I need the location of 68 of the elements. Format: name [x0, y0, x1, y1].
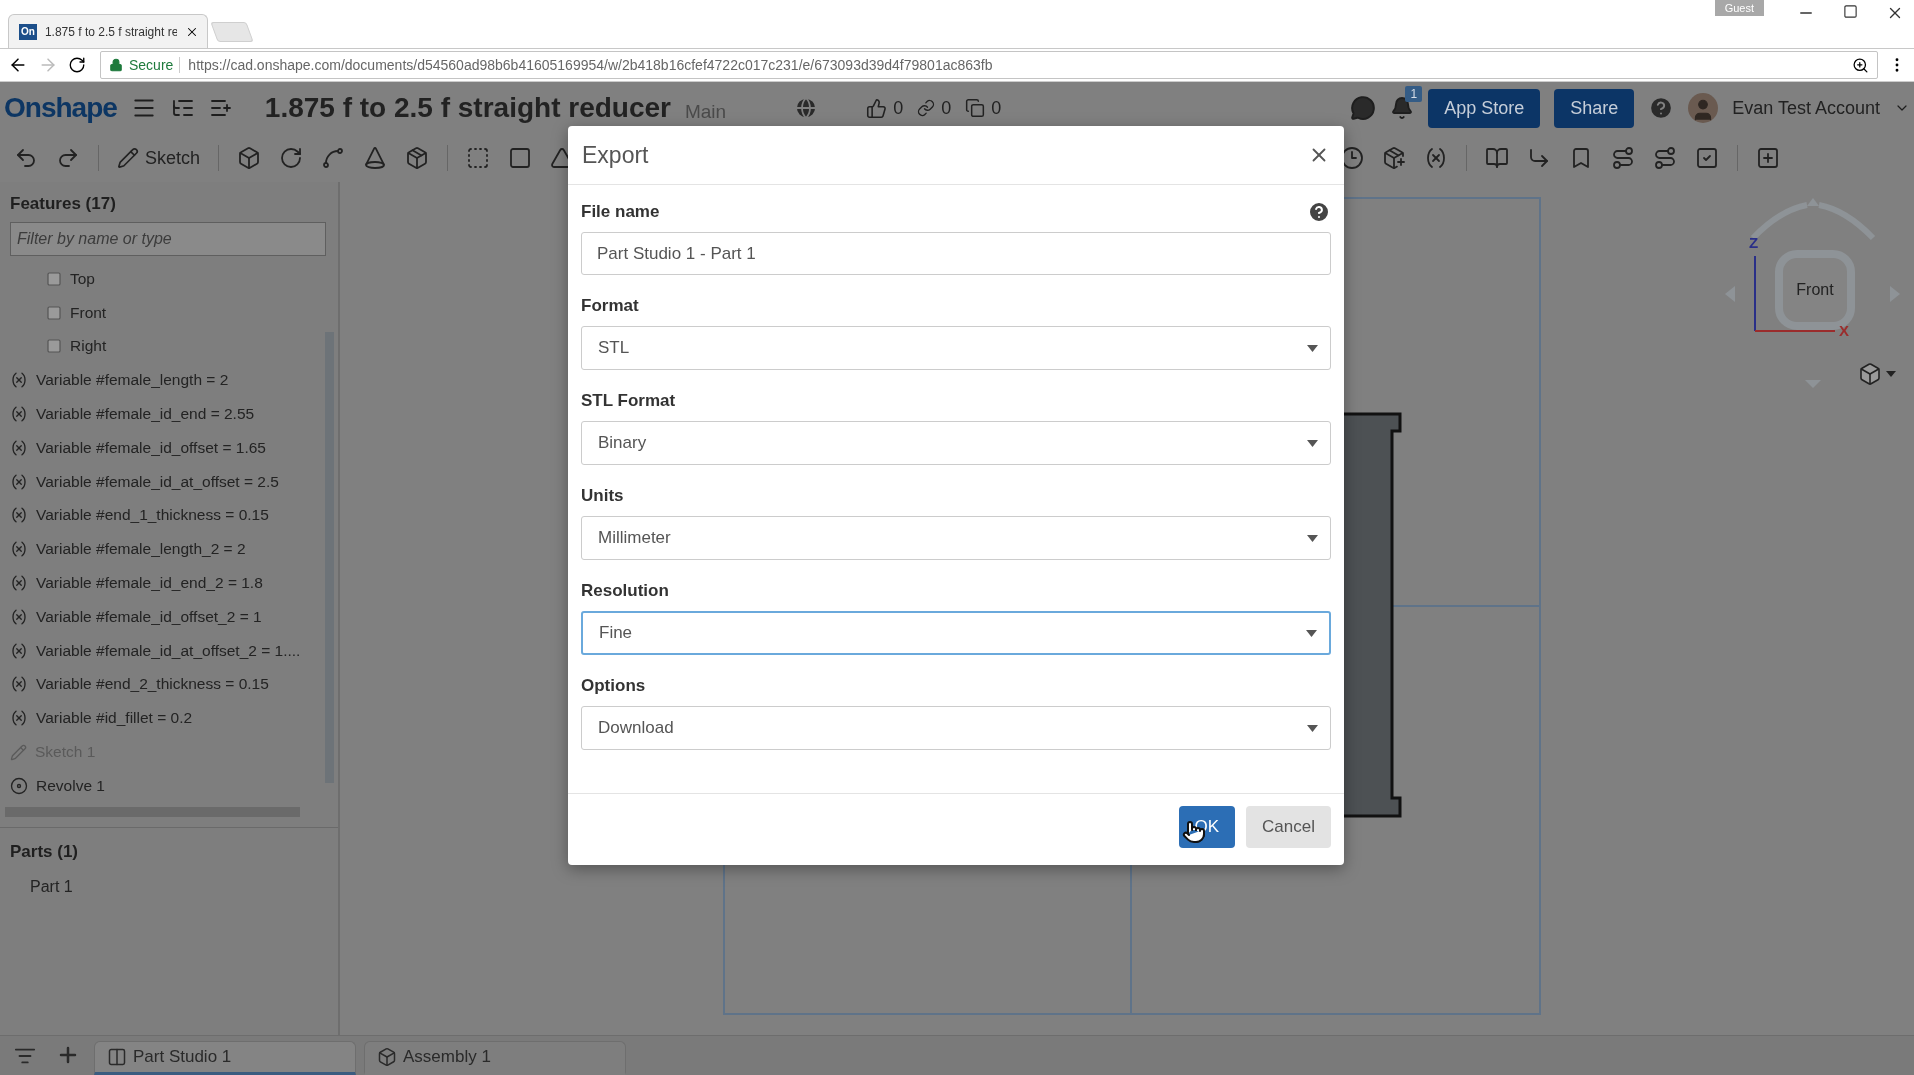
field-label: Resolution: [581, 581, 669, 601]
count-label: 0: [893, 97, 904, 119]
feature-item[interactable]: Variable #female_length_2 = 2: [0, 532, 324, 567]
browser-tab[interactable]: On 1.875 f to 2.5 f straight re: [8, 14, 208, 48]
feature-item[interactable]: Variable #female_id_offset = 1.65: [0, 431, 324, 465]
field-label: STL Format: [581, 391, 676, 411]
feature-label: Front: [70, 303, 107, 322]
address-bar[interactable]: Secure https://cad.onshape.com/documents/d54560ad98b6b41605169954/w/2b418b16cfef4722c017c231/e/673093d39d4f79801ac863fb: [100, 51, 1878, 79]
feature-label: Variable #female_id_end = 2.55: [36, 405, 255, 424]
feature-label: Variable #female_length = 2: [36, 371, 229, 390]
feature-item[interactable]: Variable #female_id_at_offset_2 = 1....: [0, 633, 324, 668]
feature-item[interactable]: Variable #end_2_thickness = 0.15: [0, 667, 324, 702]
header-button[interactable]: Share: [1554, 88, 1635, 128]
feature-label: Variable #female_id_end_2 = 1.8: [36, 574, 263, 593]
dropdown-field[interactable]: Download: [581, 706, 1331, 750]
notification-badge: 1: [1405, 86, 1423, 102]
feature-item[interactable]: Variable #female_length = 2: [0, 363, 324, 398]
axis-label: Z: [1749, 234, 1759, 251]
file-name-field[interactable]: Part Studio 1 - Part 1: [581, 232, 1331, 275]
feature-label: Variable #female_id_offset_2 = 1: [36, 607, 262, 626]
count-label: 0: [941, 97, 952, 119]
feature-label: Variable #female_id_at_offset = 2.5: [36, 472, 279, 491]
url-text: https://cad.onshape.com/documents/d54560ad98b6b41605169954/w/2b418b16cfef4722c017c231/e/673093d39d4f79801ac863fb: [179, 57, 1846, 73]
feature-item[interactable]: Revolve 1: [0, 768, 324, 803]
dialog-title: Export: [582, 141, 650, 169]
logo[interactable]: Onshape: [4, 92, 117, 124]
dropdown-field[interactable]: STL: [581, 326, 1331, 370]
field-label: Options: [581, 676, 646, 696]
feature-item[interactable]: Top: [0, 262, 324, 296]
feature-label: Variable #female_id_offset = 1.65: [36, 438, 266, 457]
dropdown-field[interactable]: Millimeter: [581, 516, 1331, 560]
filter-field[interactable]: Filter by name or type: [10, 222, 326, 256]
feature-item[interactable]: Front: [0, 295, 324, 330]
count-label: 0: [991, 97, 1002, 119]
user-name[interactable]: Evan Test Account: [1732, 97, 1880, 119]
tab-title: 1.875 f to 2.5 f straight re: [44, 24, 177, 39]
dropdown-field[interactable]: Fine: [581, 611, 1331, 655]
part-item[interactable]: Part 1: [0, 877, 338, 896]
document-tab[interactable]: Part Studio 1: [94, 1041, 356, 1075]
document-title: 1.875 f to 2.5 f straight reducer: [264, 92, 671, 124]
feature-item[interactable]: Variable #female_id_end = 2.55: [0, 397, 324, 431]
field-label: File name: [581, 202, 660, 222]
field-label: Units: [581, 486, 624, 506]
favicon: On: [19, 23, 37, 40]
feature-label: Variable #female_id_at_offset_2 = 1....: [36, 641, 301, 660]
feature-label: Variable #end_1_thickness = 0.15: [36, 506, 269, 525]
feature-label: Right: [70, 337, 107, 356]
feature-item[interactable]: Variable #female_id_at_offset = 2.5: [0, 464, 324, 499]
field-label: Format: [581, 296, 639, 316]
cancel-button[interactable]: Cancel: [1246, 805, 1331, 848]
feature-label: Revolve 1: [36, 776, 105, 795]
feature-label: Variable #end_2_thickness = 0.15: [36, 675, 269, 694]
secure-label: Secure: [129, 57, 174, 73]
sketch-button[interactable]: Sketch: [117, 147, 201, 169]
dropdown-field[interactable]: Binary: [581, 421, 1331, 465]
feature-item[interactable]: Variable #end_1_thickness = 0.15: [0, 498, 324, 533]
feature-label: Top: [70, 269, 95, 288]
profile-badge[interactable]: Guest: [1714, 0, 1764, 16]
feature-item[interactable]: Right: [0, 329, 324, 364]
feature-item[interactable]: Variable #female_id_end_2 = 1.8: [0, 566, 324, 600]
feature-item[interactable]: Variable #female_id_offset_2 = 1: [0, 599, 324, 634]
feature-item[interactable]: Variable #id_fillet = 0.2: [0, 701, 324, 736]
feature-label: Variable #female_length_2 = 2: [36, 540, 246, 559]
feature-label: Variable #id_fillet = 0.2: [36, 709, 193, 728]
header-button[interactable]: App Store: [1428, 88, 1541, 128]
panel-title: Parts (1): [9, 841, 80, 862]
document-tab[interactable]: Assembly 1: [364, 1041, 626, 1075]
panel-title: Features (17): [9, 194, 117, 214]
